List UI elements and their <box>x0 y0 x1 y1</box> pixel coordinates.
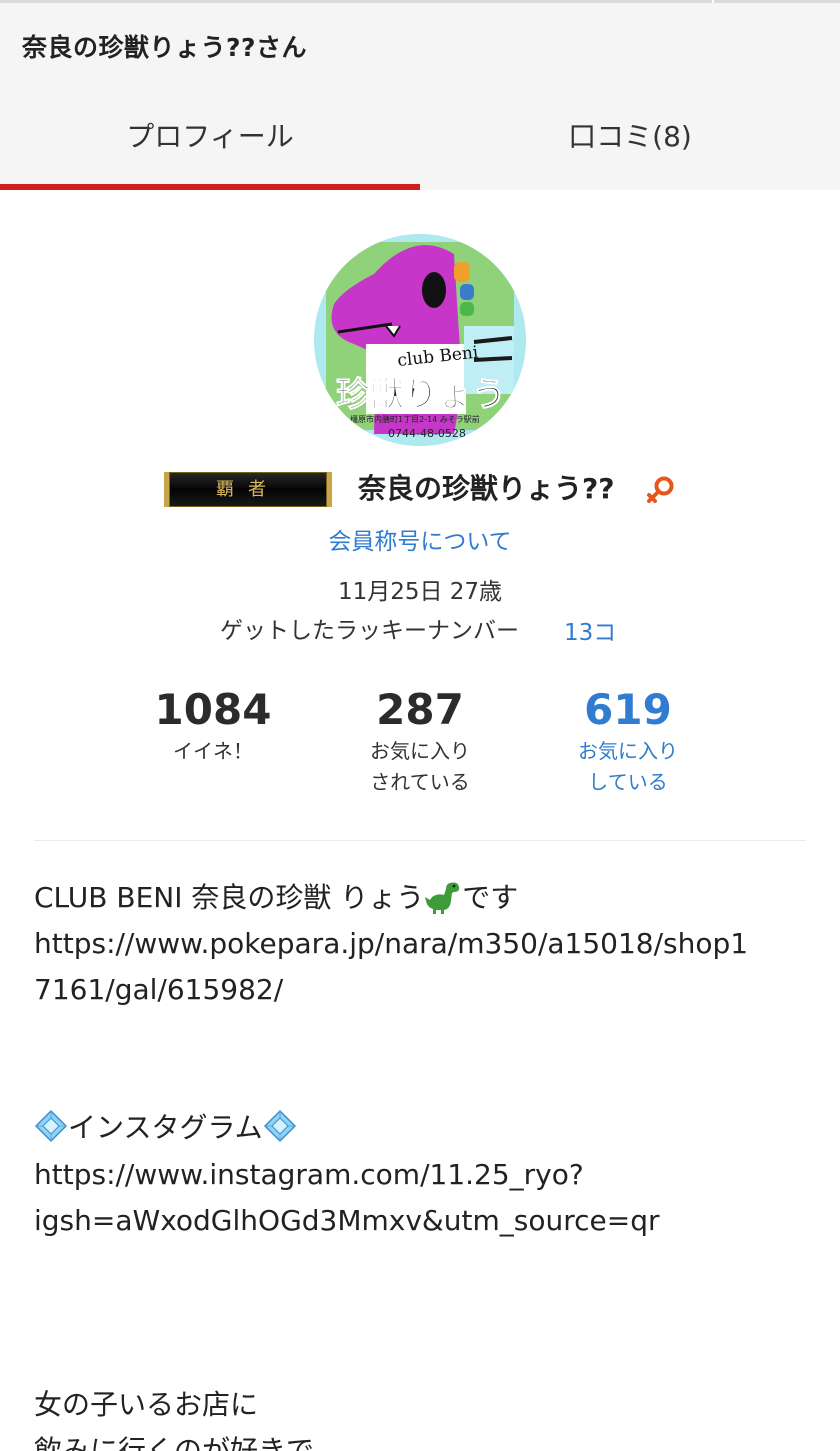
bio-intro-text: CLUB BENI 奈良の珍獣 りょう <box>34 881 425 914</box>
avatar-phone-text: 0744-48-0528 <box>388 427 466 440</box>
shop-url-line-1[interactable]: https://www.pokepara.jp/nara/m350/a15018… <box>34 921 814 967</box>
tab-profile[interactable]: プロフィール <box>0 112 420 190</box>
lucky-number-count[interactable]: 13コ <box>564 613 616 647</box>
tab-reviews-label: 口コミ(8) <box>568 120 692 153</box>
avatar-name-text: 珍獣りょう <box>336 375 506 415</box>
bio-line-intro: CLUB BENI 奈良の珍獣 りょう です <box>34 875 814 921</box>
avatar-address-text: 橿原市内膳町1丁目2-14 みそラ駅前 <box>350 414 480 424</box>
page-title: 奈良の珍獣りょう??さん <box>22 33 308 62</box>
stat-likes-label: イイネ！ <box>173 739 253 763</box>
member-title-link[interactable]: 会員称号について <box>0 522 840 556</box>
avatar[interactable]: club Beni 珍獣りょう 橿原市内膳町1丁目2-14 みそラ駅前 0744… <box>314 234 526 446</box>
tab-profile-label: プロフィール <box>126 120 294 153</box>
diamond-icon <box>263 1109 296 1143</box>
instagram-heading-line: インスタグラム <box>34 1105 814 1151</box>
active-tab-indicator <box>0 184 420 190</box>
stat-favoriting-label-1: お気に入り <box>578 739 678 763</box>
shop-url-line-2[interactable]: 7161/gal/615982/ <box>34 967 814 1013</box>
stat-likes: 1084 イイネ！ <box>108 684 318 767</box>
bio-intro-suffix: です <box>462 881 519 914</box>
rank-badge: 覇者 <box>164 472 332 507</box>
stat-favorited-label-1: お気に入り <box>370 739 470 763</box>
dinosaur-icon <box>425 882 460 914</box>
stat-favoriting-label-2: している <box>588 770 668 794</box>
lucky-number-label: ゲットしたラッキーナンバー <box>220 618 519 644</box>
instagram-url-line-1[interactable]: https://www.instagram.com/11.25_ryo? <box>34 1152 814 1198</box>
instagram-heading: インスタグラム <box>68 1111 263 1144</box>
bio-line-last-2: 飲みに行くのが好きで <box>34 1434 315 1451</box>
stat-favorited: 287 お気に入り されている <box>315 684 525 798</box>
top-bar: 奈良の珍獣りょう??さん プロフィール 口コミ(8) <box>0 0 840 190</box>
bio-line-last-1: 女の子いるお店に <box>34 1388 259 1421</box>
instagram-url-line-2[interactable]: igsh=aWxodGlhOGd3Mmxv&utm_source=qr <box>34 1198 814 1244</box>
section-divider <box>34 840 806 841</box>
female-icon <box>647 476 674 503</box>
user-name: 奈良の珍獣りょう?? <box>358 472 615 505</box>
stat-favorited-value: 287 <box>376 685 464 734</box>
diamond-icon <box>34 1109 68 1143</box>
top-edge-line <box>0 0 840 3</box>
stat-favoriting-value: 619 <box>584 685 672 734</box>
top-edge-gap <box>712 0 714 3</box>
birthday-age: 11月25日 27歳 <box>337 579 503 605</box>
stat-favorited-label-2: されている <box>370 770 470 794</box>
stat-favoriting[interactable]: 619 お気に入り している <box>523 684 733 798</box>
tab-reviews[interactable]: 口コミ(8) <box>420 112 840 190</box>
avatar-illustration: club Beni 珍獣りょう 橿原市内膳町1丁目2-14 みそラ駅前 0744… <box>314 234 526 446</box>
stat-likes-value: 1084 <box>154 685 272 734</box>
